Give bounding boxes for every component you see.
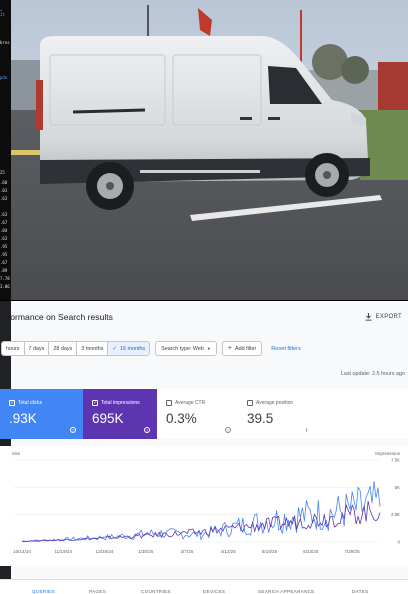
metric-card-average-ctr[interactable]: Average CTR 0.3% ? <box>157 389 238 439</box>
strip-number: .95 <box>0 252 8 257</box>
dropdown-arrow-icon: ▼ <box>206 346 211 351</box>
range-option-28-days[interactable]: 28 days <box>49 342 78 355</box>
strip-label: pda <box>0 75 8 80</box>
metric-value: 695K <box>92 411 124 426</box>
x-tick-label: 12/25/24 <box>96 549 114 554</box>
strip-label: bros <box>0 40 10 45</box>
metric-label-text: Total impressions <box>101 400 140 406</box>
checkbox-checked-icon: ✓ <box>9 400 15 406</box>
metric-label-text: Total clicks <box>18 400 43 406</box>
tab-countries[interactable]: COUNTRIES <box>141 589 171 594</box>
check-icon: ✓ <box>112 345 117 352</box>
help-icon[interactable]: ? <box>225 427 231 433</box>
strip-number: .63 <box>0 236 8 241</box>
help-icon[interactable]: ? <box>70 427 76 433</box>
date-range-selector: hours 7 days 28 days 3 months ✓ 16 month… <box>1 341 151 356</box>
strip-number: .04 <box>0 228 8 233</box>
tab-devices[interactable]: DEVICES <box>203 589 225 594</box>
right-tick-label: 7.5K <box>391 458 400 463</box>
metric-cards-background <box>307 389 408 439</box>
x-tick-label: 1/30/25 <box>138 549 154 554</box>
strip-number: 3.06 <box>0 284 10 289</box>
strip-number: .63 <box>0 196 8 201</box>
metric-card-total-clicks[interactable]: ✓ Total clicks .93K ? <box>0 389 83 439</box>
performance-header: rformance on Search results EXPORT <box>5 312 408 328</box>
left-edge-screenshot-strip: • Jt bros pda 25 .68 .03 .63 .63 .67 .04… <box>0 0 11 300</box>
range-option-hours[interactable]: hours <box>2 342 25 355</box>
metric-label: Average position <box>247 400 293 406</box>
tab-search-appearance[interactable]: SEARCH APPEARANCE <box>258 589 315 594</box>
van-photo: • Jt bros pda 25 .68 .03 .63 .63 .67 .04… <box>0 0 408 300</box>
checkbox-checked-icon: ✓ <box>92 400 98 406</box>
range-option-3-months[interactable]: 3 months <box>77 342 109 355</box>
right-tick-label: 5K <box>395 485 400 490</box>
add-filter-label: Add filter <box>234 345 257 352</box>
strip-number: .67 <box>0 260 8 265</box>
x-tick-label: 11/19/24 <box>54 549 72 554</box>
right-axis-label: Impressions <box>375 451 400 456</box>
metric-label: Average CTR <box>166 400 205 406</box>
checkbox-unchecked-icon <box>166 400 172 406</box>
x-tick-label: 3/7/25 <box>181 549 194 554</box>
strip-number: .89 <box>0 268 8 273</box>
add-filter-button[interactable]: + Add filter <box>221 341 263 356</box>
left-axis-label: icks <box>12 451 21 456</box>
x-tick-label: 4/12/25 <box>221 549 237 554</box>
export-label: EXPORT <box>375 314 402 320</box>
filter-bar: hours 7 days 28 days 3 months ✓ 16 month… <box>1 341 408 356</box>
x-tick-label: 10/14/24 <box>13 549 31 554</box>
strip-number: 25 <box>0 170 5 175</box>
dimension-tabs: QUERIES PAGES COUNTRIES DEVICES SEARCH A… <box>0 579 408 594</box>
help-icon[interactable]: ? <box>144 427 150 433</box>
metric-value: .93K <box>9 411 37 426</box>
metric-card-total-impressions[interactable]: ✓ Total impressions 695K ? <box>83 389 157 439</box>
strip-number: .03 <box>0 188 8 193</box>
strip-number: .68 <box>0 180 8 185</box>
plus-icon: + <box>227 345 232 352</box>
search-console-panel: rformance on Search results EXPORT hours… <box>0 301 408 594</box>
metric-label: ✓ Total clicks <box>9 400 42 406</box>
metric-value: 0.3% <box>166 411 197 426</box>
search-type-label: Search type: Web <box>161 345 204 352</box>
metric-label-text: Average CTR <box>175 400 206 406</box>
x-axis-ticks: 10/14/24 11/19/24 12/25/24 1/30/25 3/7/25 4/1… <box>13 549 360 554</box>
x-tick-label: 7/29/25 <box>344 549 360 554</box>
checkbox-unchecked-icon <box>247 400 253 406</box>
last-update-text: Last update: 2.5 hours ago <box>340 371 405 377</box>
right-tick-label: 2.5K <box>391 512 400 517</box>
range-option-16-months[interactable]: ✓ 16 months <box>108 342 150 355</box>
tab-pages[interactable]: PAGES <box>89 589 106 594</box>
range-option-16-months-label: 16 months <box>120 345 146 352</box>
reset-filters-link[interactable]: Reset filters <box>271 346 301 352</box>
tab-queries[interactable]: QUERIES <box>32 589 55 594</box>
page-title: rformance on Search results <box>5 312 113 322</box>
metric-cards: ✓ Total clicks .93K ? ✓ Total impression… <box>0 389 319 439</box>
tab-dates[interactable]: DATES <box>352 589 368 594</box>
x-tick-label: 6/23/25 <box>303 549 319 554</box>
performance-chart: icks Impressions 7.5K 5K 2.5K 0 10/14/24 11/… <box>0 446 408 566</box>
strip-number: 7.78 <box>0 276 10 281</box>
strip-number: .63 <box>0 212 8 217</box>
metric-label-text: Average position <box>256 400 294 406</box>
search-type-filter[interactable]: Search type: Web ▼ <box>155 341 217 356</box>
download-icon <box>365 313 372 321</box>
x-tick-label: 5/18/25 <box>262 549 278 554</box>
van-photo-image <box>0 0 408 300</box>
range-option-7-days[interactable]: 7 days <box>24 342 50 355</box>
strip-number: .95 <box>0 244 8 249</box>
strip-label: Jt <box>0 12 5 17</box>
metric-value: 39.5 <box>247 411 274 426</box>
strip-number: .67 <box>0 220 8 225</box>
chart-svg: icks Impressions 7.5K5K2.5K0 10/14/24 11/… <box>0 446 408 566</box>
metric-label: ✓ Total impressions <box>92 400 140 406</box>
export-button[interactable]: EXPORT <box>365 313 402 321</box>
